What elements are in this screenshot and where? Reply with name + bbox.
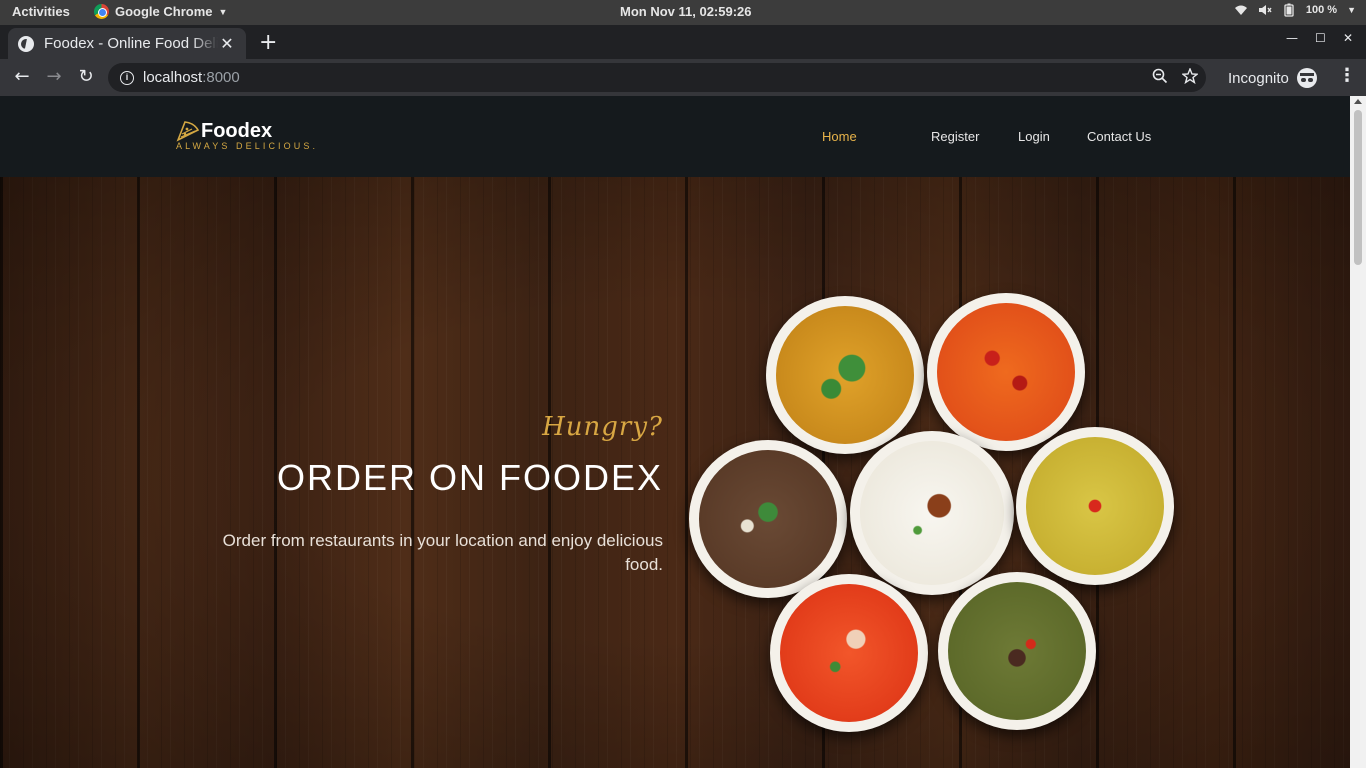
chevron-down-icon: ▼	[218, 6, 228, 17]
battery-icon	[1284, 3, 1294, 17]
logo-tagline: ALWAYS DELICIOUS.	[176, 141, 319, 151]
os-top-bar: Activities Google Chrome ▼ Mon Nov 11, 0…	[0, 0, 1366, 25]
battery-percent: 100 %	[1305, 4, 1338, 16]
site-info-icon[interactable]: i	[120, 70, 134, 85]
minimize-icon[interactable]: —	[1286, 31, 1298, 45]
zoom-icon[interactable]	[1152, 68, 1168, 84]
wifi-icon	[1234, 5, 1247, 15]
hero-headline: ORDER ON FOODEX	[276, 457, 663, 498]
bookmark-star-icon[interactable]	[1182, 68, 1198, 84]
chevron-down-icon: ▼	[1347, 5, 1356, 15]
reload-icon[interactable]: ↻	[75, 66, 97, 87]
tab-strip: Foodex - Online Food Delivery ✕ + — ☐ ✕	[0, 25, 1366, 59]
tab-title: Foodex - Online Food Delivery	[44, 35, 218, 52]
activities-button[interactable]: Activities	[12, 4, 70, 19]
page-viewport: Foodex ALWAYS DELICIOUS. Home Register L…	[0, 96, 1366, 768]
incognito-indicator[interactable]: Incognito	[1228, 68, 1317, 88]
bowl-tomato-curry	[770, 574, 928, 732]
page-scrollbar[interactable]	[1350, 96, 1366, 768]
incognito-label: Incognito	[1228, 69, 1289, 87]
app-menu[interactable]: Google Chrome ▼	[94, 4, 227, 19]
bowl-red-curry	[927, 293, 1085, 451]
maximize-icon[interactable]: ☐	[1315, 31, 1326, 45]
bowl-saag	[938, 572, 1096, 730]
bowl-biryani	[1016, 427, 1174, 585]
clock[interactable]: Mon Nov 11, 02:59:26	[620, 4, 752, 19]
menu-kebab-icon[interactable]: ⋮	[1338, 65, 1356, 86]
close-window-icon[interactable]: ✕	[1343, 31, 1353, 45]
forward-arrow-icon[interactable]: →	[43, 66, 65, 87]
volume-muted-icon	[1258, 5, 1272, 15]
system-status-menu[interactable]: 100 % ▼	[1234, 3, 1356, 17]
nav-contact-us[interactable]: Contact Us	[1087, 129, 1151, 144]
scrollbar-thumb[interactable]	[1354, 110, 1362, 265]
incognito-icon	[1296, 68, 1317, 88]
new-tab-button[interactable]: +	[259, 30, 277, 55]
address-port: :8000	[202, 69, 240, 86]
hero-subtext: Order from restaurants in your location …	[222, 531, 663, 574]
back-arrow-icon[interactable]: ←	[11, 66, 33, 87]
close-tab-icon[interactable]: ✕	[218, 34, 236, 54]
app-menu-label: Google Chrome	[115, 4, 213, 19]
scroll-up-arrow-icon[interactable]	[1354, 99, 1362, 104]
pizza-slice-icon	[176, 121, 200, 142]
nav-register[interactable]: Register	[931, 129, 979, 144]
nav-login[interactable]: Login	[1018, 129, 1050, 144]
chrome-icon	[94, 4, 109, 19]
site-header: Foodex ALWAYS DELICIOUS. Home Register L…	[0, 96, 1350, 177]
bowl-yellow-curry	[766, 296, 924, 454]
browser-toolbar: ← → ↻ i localhost :8000 Incognito ⋮	[0, 59, 1366, 96]
browser-tab[interactable]: Foodex - Online Food Delivery ✕	[8, 28, 246, 59]
logo-name: Foodex	[201, 120, 273, 142]
nav-home[interactable]: Home	[822, 129, 857, 144]
hero-text: Hungry? ORDER ON FOODEX Order from resta…	[0, 177, 663, 768]
bowl-dal	[689, 440, 847, 598]
hero-kicker: Hungry?	[542, 412, 663, 442]
address-bar[interactable]: i localhost :8000	[108, 63, 1206, 92]
bowl-rice	[850, 431, 1014, 595]
address-host: localhost	[143, 69, 203, 86]
hero-section: Hungry? ORDER ON FOODEX Order from resta…	[0, 177, 1350, 768]
globe-icon	[18, 35, 34, 52]
